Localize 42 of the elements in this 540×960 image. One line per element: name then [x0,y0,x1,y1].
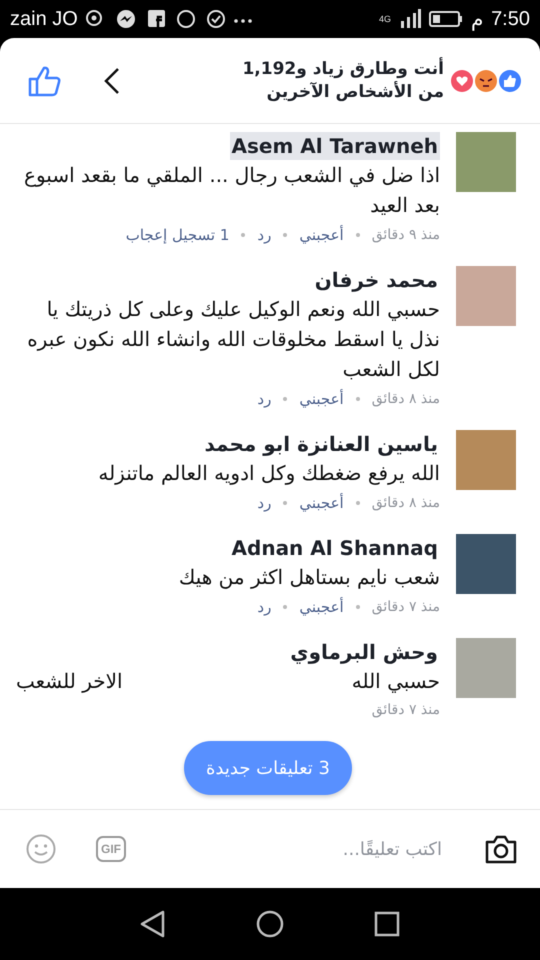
recents-nav-icon[interactable] [374,911,400,937]
comment-author[interactable]: Asem Al Tarawneh [230,132,440,160]
comment-time: منذ ٨ دقائق [372,391,440,407]
reply-link[interactable]: رد [257,226,272,244]
angry-reaction-icon [474,68,498,92]
back-icon[interactable] [104,66,120,94]
reply-link[interactable]: رد [257,494,272,512]
signal-icon [399,9,422,29]
comment-time: منذ ٩ دقائق [372,227,440,243]
comment-text: حسبي الله ونعم الوكيل عليك وعلى كل ذريتك يا نذل يا اسقط مخلوقات الله وانشاء الله نكون عبره لكل الشعب [26,296,440,383]
heart-reaction-icon [450,68,474,92]
like-link[interactable]: أعجبني [299,494,344,512]
am-pm-label: م [471,8,484,32]
back-nav-icon[interactable] [140,910,166,938]
comment-text: شعب نايم بستاهل اكثر من هيك [178,564,440,591]
carrier-name: zain JO [10,8,78,30]
comment-author[interactable]: محمد خرفان [312,266,440,294]
camera-icon[interactable] [484,834,518,864]
comment-time: منذ ٧ دقائق [372,599,440,615]
home-nav-icon[interactable] [256,910,284,938]
comment-text: الاخر للشعب [16,668,123,695]
smiley-icon[interactable] [26,834,56,864]
like-link[interactable]: أعجبني [299,390,344,408]
network-type: 4G [379,14,392,24]
comment-author[interactable]: Adnan Al Shannaq [230,534,440,562]
comment-text: الله يرفع ضغطك وكل ادويه العالم ماتنزله [98,460,440,487]
comment-text: حسبي الله [352,668,440,695]
reply-link[interactable]: رد [257,598,272,616]
thumbs-up-icon[interactable] [28,64,62,96]
clock-time: 7:50 [491,8,530,30]
likes-count-link[interactable]: 1 تسجيل إعجاب [126,226,230,244]
comment-time: منذ ٨ دقائق [372,495,440,511]
reply-link[interactable]: رد [257,390,272,408]
like-link[interactable]: أعجبني [299,226,344,244]
comment-author[interactable]: وحش البرماوي [288,638,440,666]
like-link[interactable]: أعجبني [299,598,344,616]
battery-icon [429,10,464,28]
reactions-summary[interactable]: أنت وطارق زياد و1,192 من الأشخاص الآخرين [219,58,444,103]
like-reaction-icon [498,68,522,92]
comment-time: منذ ٧ دقائق [372,702,440,718]
comment-text: اذا ضل في الشعب رجال ... الملقي ما بقعد اسبوع بعد العيد [23,162,440,219]
comment-author[interactable]: ياسين العنانزة ابو محمد [202,430,440,458]
